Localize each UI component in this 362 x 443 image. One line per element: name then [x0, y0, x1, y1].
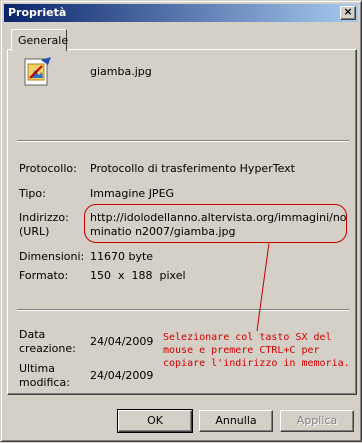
- tab-label: Generale: [18, 34, 69, 47]
- protocol-label: Protocollo:: [19, 162, 77, 175]
- close-button[interactable]: ×: [340, 5, 356, 20]
- tab-generale[interactable]: Generale: [11, 29, 69, 51]
- ok-button[interactable]: OK: [117, 409, 193, 433]
- type-label: Tipo:: [19, 187, 46, 200]
- jpeg-image-file-icon: [24, 57, 51, 86]
- format-value: 150 x 188 pixel: [90, 269, 186, 282]
- properties-dialog: Proprietà × Generale giamba.jpg Protocol…: [0, 0, 362, 442]
- size-label: Dimensioni:: [19, 250, 85, 263]
- format-label: Formato:: [19, 269, 69, 282]
- created-label: Data creazione:: [19, 328, 76, 355]
- separator: [17, 309, 349, 311]
- protocol-value: Protocollo di trasferimento HyperText: [90, 162, 295, 175]
- address-label: Indirizzo: (URL): [19, 211, 69, 238]
- cancel-button[interactable]: Annulla: [199, 410, 273, 432]
- cancel-button-label: Annulla: [215, 414, 257, 427]
- created-value: 24/04/2009: [90, 335, 154, 348]
- apply-button-label: Applica: [296, 414, 338, 427]
- window-title: Proprietà: [8, 6, 67, 19]
- modified-value: 24/04/2009: [90, 369, 154, 382]
- close-icon: ×: [343, 5, 353, 18]
- title-bar[interactable]: Proprietà ×: [4, 4, 358, 22]
- ok-button-label: OK: [147, 414, 163, 427]
- separator: [17, 140, 349, 142]
- address-highlight-circle: [84, 204, 347, 243]
- apply-button[interactable]: Applica: [280, 410, 354, 432]
- type-value: Immagine JPEG: [90, 187, 175, 200]
- file-name: giamba.jpg: [90, 65, 152, 78]
- annotation-note: Selezionare col tasto SX del mouse e pre…: [163, 332, 350, 369]
- modified-label: Ultima modifica:: [19, 362, 70, 389]
- size-value: 11670 byte: [90, 250, 154, 263]
